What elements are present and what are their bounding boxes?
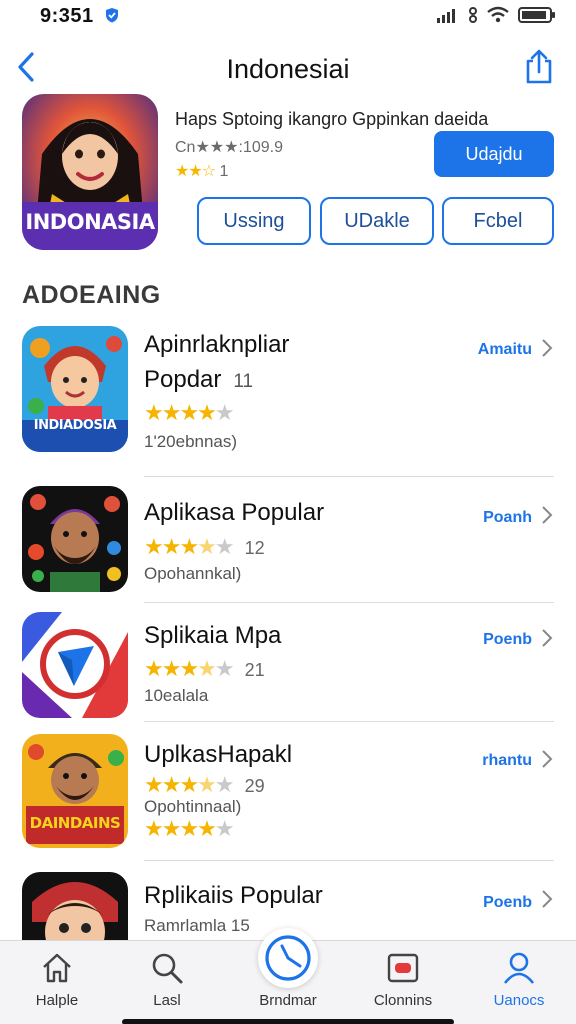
app-name-line-2: Popdar 11 (144, 366, 253, 394)
list-item[interactable]: Aplikasa Popular ★★★★★ 12 Opohannkal) Poa… (0, 486, 576, 604)
tab-label: Halple (35, 992, 79, 1009)
list-item[interactable]: DAINDAINS UplkasHapakl ★★★★★ 29 Opohtinna… (0, 732, 576, 860)
app-name: Apinrlaknpliar (144, 331, 290, 358)
tab-label: Uanocs (493, 992, 545, 1009)
chevron-right-icon[interactable] (540, 627, 554, 649)
app-icon-artwork (22, 486, 128, 592)
app-subtitle: Opohtinnaal) (144, 797, 242, 816)
featured-option-button-2[interactable]: UDakle (320, 197, 434, 245)
app-rating-count: 11 (233, 371, 254, 392)
user-icon (503, 952, 535, 984)
chevron-right-icon[interactable] (540, 337, 554, 359)
compass-icon (265, 935, 311, 981)
wifi-icon (487, 6, 509, 23)
app-icon-text: INDIADOSIA (33, 418, 117, 433)
tab-profile[interactable]: Uanocs (464, 941, 574, 1024)
app-star-rating: ★★★★★ 29 (144, 772, 265, 797)
app-action-link[interactable]: Amaitu (478, 341, 532, 359)
page-title: Indonesiai (226, 54, 350, 84)
featured-option-button-3[interactable]: Fcbel (442, 197, 554, 245)
app-icon (22, 486, 128, 592)
app-name: Aplikasa Popular (144, 499, 325, 526)
link-icon (469, 7, 477, 23)
app-icon-artwork (22, 612, 128, 718)
status-bar: 9:351 (0, 0, 576, 34)
featured-stars-icon: ★★☆ (175, 163, 216, 180)
featured-app-rating: ★★☆ 1 (175, 161, 228, 181)
tab-home[interactable]: Halple (2, 941, 112, 1024)
app-name: UplkasHapakl (144, 741, 293, 768)
app-star-rating: ★★★★★ (144, 400, 235, 425)
app-icon-text: DAINDAINS (29, 814, 121, 832)
status-time: 9:351 (40, 5, 94, 27)
chevron-right-icon[interactable] (540, 888, 554, 910)
divider (144, 721, 554, 722)
signal-icon (437, 9, 455, 23)
list-item[interactable]: INDIADOSIA Apinrlaknpliar Popdar 11 ★★★★★… (0, 324, 576, 478)
chevron-right-icon[interactable] (540, 748, 554, 770)
tab-browse-bubble[interactable] (258, 928, 318, 988)
app-action-link[interactable]: Poanh (483, 509, 532, 527)
featured-primary-button[interactable]: Udajdu (434, 131, 554, 177)
share-icon[interactable] (524, 48, 554, 84)
home-icon (43, 953, 71, 983)
chevron-right-icon[interactable] (540, 504, 554, 526)
status-icons (436, 6, 556, 24)
featured-app-icon-text: INDONASIA (25, 210, 155, 234)
app-subtitle: 1'20ebnnas) (144, 432, 238, 451)
tab-label: Clonnins (373, 992, 433, 1009)
tab-label: Brndmar (259, 992, 317, 1009)
app-rating-count: 29 (244, 776, 265, 796)
tab-label: Lasl (153, 992, 181, 1009)
app-action-link[interactable]: Poenb (483, 631, 532, 649)
app-star-rating: ★★★★★ 12 (144, 534, 265, 559)
app-star-rating-secondary: ★★★★★ (144, 816, 235, 841)
app-icon: DAINDAINS (22, 734, 128, 848)
featured-app-title: Haps Sptoing ikangro Gppinkan daeida (175, 109, 489, 129)
divider (144, 860, 554, 861)
app-name: Splikaia Mpa (144, 622, 282, 649)
app-star-rating: ★★★★★ 21 (144, 656, 265, 681)
app-icon (22, 612, 128, 718)
divider (144, 476, 554, 477)
app-subtitle: 10ealala (144, 686, 209, 705)
tab-media[interactable]: Clonnins (348, 941, 458, 1024)
media-icon (387, 953, 419, 983)
app-rating-count: 12 (244, 538, 265, 558)
home-indicator (122, 1019, 454, 1024)
app-subtitle: Opohannkal) (144, 564, 242, 583)
featured-rating-count: 1 (219, 163, 229, 180)
location-shield-icon (106, 8, 118, 23)
app-name: Rplikaiis Popular (144, 882, 323, 909)
app-icon: INDIADOSIA (22, 326, 128, 452)
featured-app-subtitle-text: Cn★★★:109.9 (175, 139, 283, 156)
featured-app-icon[interactable]: INDONASIA (22, 94, 158, 250)
app-subtitle: Ramrlamla 15 (144, 916, 250, 935)
app-name-line-2-text: Popdar (144, 366, 222, 393)
featured-option-button-1[interactable]: Ussing (197, 197, 311, 245)
featured-app-subtitle: Cn★★★:109.9 (175, 137, 283, 157)
divider (144, 602, 554, 603)
search-icon (152, 953, 183, 984)
app-icon (22, 872, 128, 940)
list-item[interactable]: Splikaia Mpa ★★★★★ 21 10ealala Poenb (0, 610, 576, 722)
section-title: ADOEAING (22, 281, 161, 309)
navigation-bar: Indonesiai (0, 44, 576, 94)
app-action-link[interactable]: Poenb (483, 894, 532, 912)
app-icon-artwork (22, 326, 128, 452)
battery-icon (518, 7, 555, 23)
app-action-link[interactable]: rhantu (482, 752, 532, 770)
tab-search[interactable]: Lasl (112, 941, 222, 1024)
app-rating-count: 21 (244, 660, 265, 680)
app-icon-artwork (22, 872, 128, 940)
